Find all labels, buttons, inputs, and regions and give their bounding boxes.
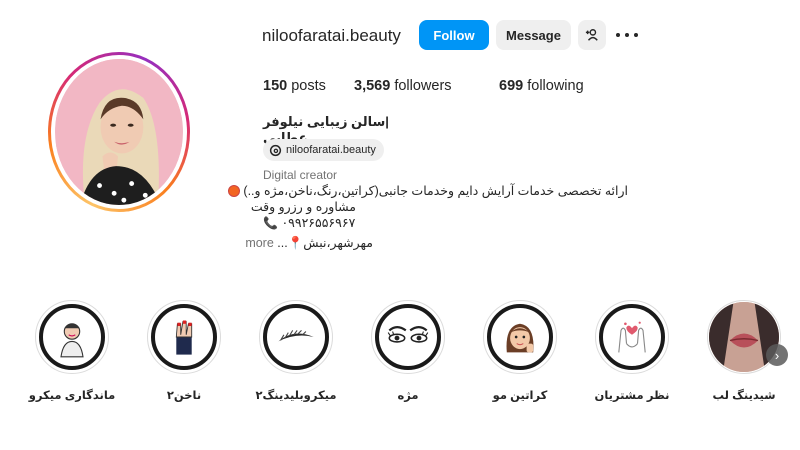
highlight-label: کراتین مو bbox=[492, 390, 548, 402]
profile-avatar-ring[interactable] bbox=[48, 52, 190, 212]
highlight-ring bbox=[147, 300, 221, 374]
hands-heart-icon bbox=[618, 321, 646, 353]
posts-count: 150 bbox=[263, 78, 288, 94]
highlight-cover bbox=[263, 304, 329, 370]
highlight-item[interactable]: ماندگاری میکرو bbox=[27, 300, 117, 402]
avatar-portrait bbox=[55, 59, 183, 205]
nail-hand-icon bbox=[175, 320, 193, 355]
highlight-ring bbox=[483, 300, 557, 374]
highlight-ring bbox=[35, 300, 109, 374]
avatar[interactable] bbox=[55, 59, 183, 205]
message-button[interactable]: Message bbox=[496, 20, 571, 50]
eyelash-icon bbox=[387, 326, 429, 343]
highlight-label: مژه bbox=[397, 390, 419, 402]
highlight-cover bbox=[375, 304, 441, 370]
bio-line-services-text: ارائه تخصصی خدمات آرایش دایم وخدمات جانب… bbox=[243, 184, 628, 198]
highlight-item[interactable]: مژه bbox=[363, 300, 453, 402]
highlight-item[interactable]: نظر مشتریان bbox=[587, 300, 677, 402]
followers-count: 3,569 bbox=[354, 78, 391, 94]
phone-number: ۰۹۹۲۶۵۵۶۹۶۷ bbox=[281, 216, 356, 230]
address-text: مهرشهر،نبش bbox=[303, 236, 373, 250]
following-count: 699 bbox=[499, 78, 524, 94]
highlight-label: ناخن۲ bbox=[166, 390, 202, 402]
highlight-ring bbox=[371, 300, 445, 374]
bio-line-address: مهرشهر،نبش📍... more bbox=[245, 235, 373, 251]
lip-cup-icon bbox=[60, 323, 84, 358]
ellipsis: ... bbox=[277, 236, 288, 250]
avatar-frame bbox=[51, 55, 187, 209]
bio-line-phone: 📞 ۰۹۹۲۶۵۵۶۹۶۷ bbox=[263, 215, 355, 230]
following-label: following bbox=[527, 78, 584, 94]
add-user-icon bbox=[585, 29, 598, 41]
threads-handle: niloofaratai.beauty bbox=[286, 144, 376, 156]
highlight-cover bbox=[151, 304, 217, 370]
hair-girl-icon bbox=[506, 323, 534, 353]
followers-label: followers bbox=[394, 78, 452, 94]
highlight-item[interactable]: ناخن۲ bbox=[139, 300, 229, 402]
followers-stat[interactable]: 3,569 followers bbox=[354, 78, 452, 94]
follow-button[interactable]: Follow bbox=[419, 20, 489, 50]
highlight-ring bbox=[595, 300, 669, 374]
highlights-next-arrow-icon[interactable]: › bbox=[766, 344, 788, 366]
highlight-cover bbox=[39, 304, 105, 370]
more-options-icon[interactable] bbox=[616, 26, 638, 44]
profile-username: niloofaratai.beauty bbox=[262, 26, 401, 45]
highlight-cover bbox=[599, 304, 665, 370]
phone-icon: 📞 bbox=[263, 216, 278, 230]
highlight-label: نظر مشتریان bbox=[594, 390, 670, 402]
highlight-ring bbox=[259, 300, 333, 374]
pin-icon: 📍 bbox=[287, 236, 304, 250]
posts-label: posts bbox=[291, 78, 326, 94]
posts-stat[interactable]: 150 posts bbox=[263, 78, 326, 94]
threads-icon bbox=[269, 144, 282, 156]
highlight-cover bbox=[487, 304, 553, 370]
highlight-label: میکروبلیدینگ۲ bbox=[255, 390, 337, 402]
threads-link[interactable]: niloofaratai.beauty bbox=[263, 139, 384, 161]
suggest-user-button[interactable] bbox=[578, 20, 606, 50]
highlight-item[interactable]: میکروبلیدینگ۲ bbox=[251, 300, 341, 402]
following-stat[interactable]: 699 following bbox=[499, 78, 584, 94]
bio-line-consult: مشاوره و رزرو وقت bbox=[250, 200, 356, 214]
bio-line-services: ارائه تخصصی خدمات آرایش دایم وخدمات جانب… bbox=[227, 183, 628, 198]
orange-circle-icon bbox=[227, 185, 240, 197]
more-link[interactable]: more bbox=[245, 236, 273, 250]
eyebrow-icon bbox=[278, 330, 314, 342]
profile-category: Digital creator bbox=[263, 168, 338, 182]
highlight-label: ماندگاری میکرو bbox=[28, 390, 116, 402]
highlight-label: شیدینگ لب bbox=[712, 390, 776, 402]
highlight-item[interactable]: کراتین مو bbox=[475, 300, 565, 402]
